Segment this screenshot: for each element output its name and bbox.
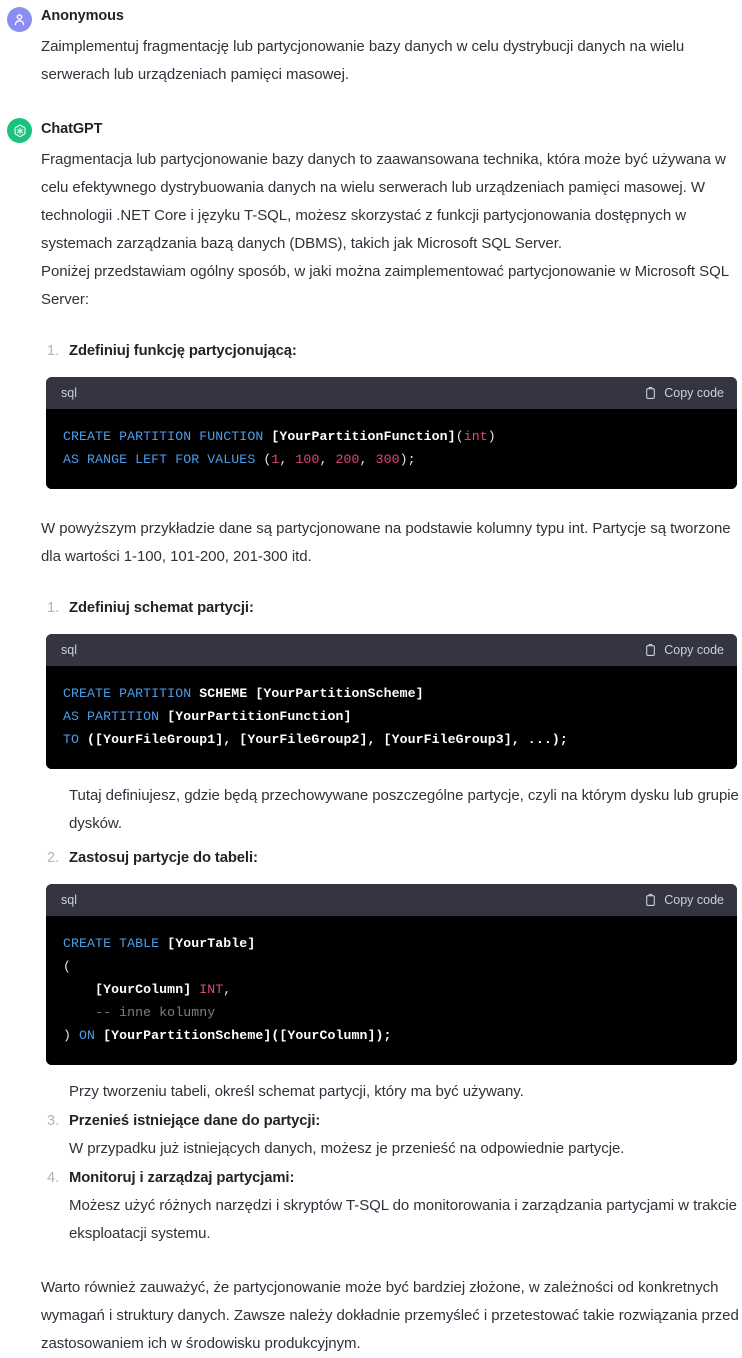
- code-language-label: sql: [61, 643, 77, 657]
- copy-code-label: Copy code: [664, 643, 724, 657]
- code-language-label: sql: [61, 386, 77, 400]
- assistant-after-code-2: Tutaj definiujesz, gdzie będą przechowyw…: [69, 787, 739, 832]
- step-title: Monitoruj i zarządzaj partycjami:: [69, 1170, 295, 1186]
- copy-code-label: Copy code: [664, 386, 724, 400]
- copy-code-label: Copy code: [664, 893, 724, 907]
- step-body: Możesz użyć różnych narzędzi i skryptów …: [69, 1197, 737, 1242]
- step-title: Zdefiniuj schemat partycji:: [69, 600, 254, 616]
- step-title: Zastosuj partycje do tabeli:: [69, 850, 258, 866]
- code-block-header: sql Copy code: [46, 634, 737, 666]
- steps-list-second: Zdefiniuj schemat partycji: sql Copy cod…: [41, 596, 742, 1248]
- list-item: Monitoruj i zarządzaj partycjami: Możesz…: [41, 1166, 742, 1248]
- assistant-closing-paragraph: Warto również zauważyć, że partycjonowan…: [41, 1279, 739, 1352]
- clipboard-icon: [644, 386, 657, 400]
- copy-code-button[interactable]: Copy code: [644, 643, 724, 657]
- person-icon: [7, 7, 32, 32]
- list-item: Zastosuj partycje do tabeli: sql Copy co…: [41, 846, 742, 1106]
- code-block-header: sql Copy code: [46, 377, 737, 409]
- assistant-paragraph-2: Poniżej przedstawiam ogólny sposób, w ja…: [41, 263, 729, 308]
- code-block: sql Copy code CREATE TABLE [YourTable] (…: [46, 884, 737, 1065]
- assistant-after-code-1: W powyższym przykładzie dane są partycjo…: [41, 520, 731, 565]
- code-block: sql Copy code CREATE PARTITION SCHEME [Y…: [46, 634, 737, 769]
- clipboard-icon: [644, 893, 657, 907]
- list-item: Zdefiniuj schemat partycji: sql Copy cod…: [41, 596, 742, 838]
- code-block-header: sql Copy code: [46, 884, 737, 916]
- list-item: Zdefiniuj funkcję partycjonującą:: [41, 339, 742, 363]
- code-language-label: sql: [61, 893, 77, 907]
- code-block-content[interactable]: CREATE PARTITION SCHEME [YourPartitionSc…: [46, 666, 737, 769]
- assistant-message: ChatGPT Fragmentacja lub partycjonowanie…: [0, 111, 742, 1358]
- user-message-text: Zaimplementuj fragmentację lub partycjon…: [41, 38, 685, 83]
- user-message: Anonymous Zaimplementuj fragmentację lub…: [0, 0, 742, 89]
- code-block-content[interactable]: CREATE PARTITION FUNCTION [YourPartition…: [46, 409, 737, 489]
- clipboard-icon: [644, 643, 657, 657]
- step-title: Zdefiniuj funkcję partycjonującą:: [69, 343, 297, 359]
- assistant-after-code-3: Przy tworzeniu tabeli, określ schemat pa…: [69, 1083, 524, 1100]
- openai-logo-icon: [7, 118, 32, 143]
- step-body: W przypadku już istniejących danych, moż…: [69, 1140, 625, 1157]
- assistant-paragraph-1: Fragmentacja lub partycjonowanie bazy da…: [41, 151, 726, 252]
- conversation-thread: Anonymous Zaimplementuj fragmentację lub…: [0, 0, 742, 1358]
- copy-code-button[interactable]: Copy code: [644, 386, 724, 400]
- code-block-content[interactable]: CREATE TABLE [YourTable] ( [YourColumn] …: [46, 916, 737, 1065]
- assistant-author-name: ChatGPT: [41, 121, 103, 137]
- list-item: Przenieś istniejące dane do partycji: W …: [41, 1109, 742, 1163]
- steps-list-first: Zdefiniuj funkcję partycjonującą:: [41, 339, 742, 363]
- copy-code-button[interactable]: Copy code: [644, 893, 724, 907]
- code-block: sql Copy code CREATE PARTITION FUNCTION …: [46, 377, 737, 489]
- user-author-name: Anonymous: [41, 8, 124, 24]
- step-title: Przenieś istniejące dane do partycji:: [69, 1113, 321, 1129]
